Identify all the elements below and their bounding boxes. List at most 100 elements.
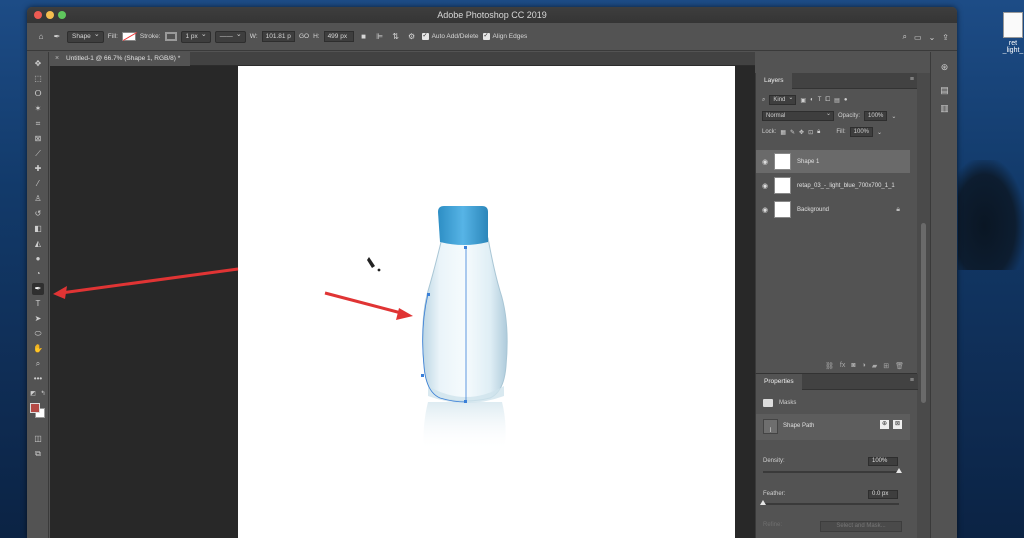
shape-path-row[interactable]: ╷ Shape Path ⊕ ⊠ (756, 414, 910, 440)
color-swatches[interactable] (30, 403, 46, 419)
brush-tool-icon[interactable]: ⁄ (32, 178, 44, 190)
search-icon[interactable]: ⌕ (903, 32, 907, 42)
paint-bucket-tool-icon[interactable]: ◭ (32, 238, 44, 250)
anchor-point[interactable] (421, 374, 424, 377)
document-tab[interactable]: × Untitled-1 @ 66.7% (Shape 1, RGB/8) * (50, 52, 191, 66)
fill-swatch[interactable] (121, 32, 136, 41)
height-input[interactable]: 499 px (323, 31, 354, 42)
visibility-eye-icon[interactable]: ◉ (756, 206, 774, 214)
density-input[interactable]: 100% (868, 457, 898, 466)
path-arrangement-icon[interactable]: ⇅ (390, 31, 402, 43)
panel-menu-icon[interactable]: ≡ (910, 76, 914, 83)
lasso-tool-icon[interactable]: ⵔ (32, 88, 44, 100)
opacity-input[interactable]: 100% (864, 111, 888, 121)
zoom-tool-icon[interactable]: ⌕ (32, 358, 44, 370)
panel-menu-icon[interactable]: ≡ (910, 377, 914, 384)
blend-mode-select[interactable]: Normal (762, 110, 834, 121)
close-tab-icon[interactable]: × (55, 52, 59, 66)
stroke-type-select[interactable]: —— (214, 30, 246, 43)
filter-pixel-icon[interactable]: ▣ (800, 97, 806, 104)
workspace-icon[interactable]: ▭ (914, 33, 922, 42)
fill-chevron-icon[interactable]: ⌄ (877, 129, 882, 136)
anchor-point[interactable] (464, 400, 467, 403)
density-slider[interactable] (763, 468, 902, 473)
quick-mask-icon[interactable]: ◫ (32, 433, 44, 445)
filter-kind-select[interactable]: Kind (769, 94, 797, 105)
align-edges-checkbox[interactable]: ✓ Align Edges (482, 33, 527, 40)
hand-tool-icon[interactable]: ✋ (32, 343, 44, 355)
feather-slider[interactable] (760, 500, 899, 505)
eyedropper-tool-icon[interactable]: ⟋ (32, 148, 44, 160)
feather-slider-knob[interactable] (760, 500, 766, 505)
eraser-tool-icon[interactable]: ◧ (32, 223, 44, 235)
lock-image-icon[interactable]: ✎ (790, 129, 795, 136)
filter-shape-icon[interactable]: ⧠ (825, 97, 830, 104)
desktop-file[interactable]: ret _light_ (1002, 12, 1024, 62)
frame-tool-icon[interactable]: ⊠ (32, 133, 44, 145)
screen-mode-icon[interactable]: ⧉ (32, 448, 44, 460)
blur-tool-icon[interactable]: ● (32, 253, 44, 265)
path-alignment-icon[interactable]: ⊫ (374, 31, 386, 43)
anchor-point[interactable] (427, 293, 430, 296)
opacity-chevron-icon[interactable]: ⌄ (891, 113, 896, 120)
properties-tab[interactable]: Properties (756, 374, 802, 390)
add-vector-mask-icon[interactable]: ⊠ (893, 420, 902, 429)
fill-input[interactable]: 100% (849, 127, 874, 137)
dodge-tool-icon[interactable]: ◔ (32, 268, 44, 280)
default-colors-icon[interactable]: ◩ (29, 388, 37, 400)
path-selection-tool-icon[interactable]: ➤ (32, 313, 44, 325)
density-slider-knob[interactable] (896, 468, 902, 473)
lock-all-icon[interactable]: 🔒︎ (817, 129, 820, 136)
gear-icon[interactable]: ⚙ (406, 31, 418, 43)
filter-type-icon[interactable]: T (818, 97, 822, 103)
swap-colors-icon[interactable]: ↰ (39, 388, 47, 400)
select-and-mask-button[interactable]: Select and Mask... (820, 521, 902, 532)
filter-adjustment-icon[interactable]: ◐ (810, 97, 814, 103)
stroke-swatch[interactable] (164, 32, 177, 41)
magic-wand-tool-icon[interactable]: ✶ (32, 103, 44, 115)
share-icon[interactable]: ⇪ (942, 33, 949, 42)
tool-mode-select[interactable]: Shape (67, 30, 104, 43)
layer-row-shape-1[interactable]: ◉ Shape 1 (756, 150, 910, 173)
maximize-window-button[interactable] (58, 11, 66, 19)
clone-stamp-tool-icon[interactable]: ♙ (32, 193, 44, 205)
scrollbar-thumb[interactable] (921, 223, 926, 403)
minimize-window-button[interactable] (46, 11, 54, 19)
crop-tool-icon[interactable]: ⌗ (32, 118, 44, 130)
auto-add-delete-checkbox[interactable]: ✓ Auto Add/Delete (421, 33, 479, 40)
stroke-width-select[interactable]: 1 px (180, 30, 211, 43)
visibility-eye-icon[interactable]: ◉ (756, 158, 774, 166)
home-icon[interactable]: ⌂ (35, 31, 47, 43)
add-pixel-mask-icon[interactable]: ⊕ (880, 420, 889, 429)
layer-row-bottle[interactable]: ◉ retap_03_-_light_blue_700x700_1_1 (756, 174, 910, 197)
history-brush-tool-icon[interactable]: ↺ (32, 208, 44, 220)
anchor-point[interactable] (464, 246, 467, 249)
link-dimensions-icon[interactable]: GO (299, 33, 309, 40)
learn-panel-icon[interactable]: ⊛ (939, 62, 950, 73)
visibility-eye-icon[interactable]: ◉ (756, 182, 774, 190)
move-tool-icon[interactable]: ✥ (32, 58, 44, 70)
marquee-tool-icon[interactable]: ⬚ (32, 73, 44, 85)
lock-position-icon[interactable]: ✥ (799, 129, 804, 136)
layers-tab[interactable]: Layers (756, 73, 792, 89)
feather-input[interactable]: 0.0 px (868, 490, 898, 499)
close-window-button[interactable] (34, 11, 42, 19)
path-operations-icon[interactable]: ■ (358, 31, 370, 43)
filter-toggle-icon[interactable]: ● (844, 97, 848, 103)
type-tool-icon[interactable]: T (32, 298, 44, 310)
libraries-panel-icon[interactable]: ▤ (939, 85, 950, 96)
foreground-color-swatch[interactable] (30, 403, 40, 413)
adjustments-panel-icon[interactable]: ▥ (939, 103, 950, 114)
more-tools-icon[interactable]: ••• (32, 373, 44, 385)
width-input[interactable]: 101.81 p (261, 31, 295, 42)
filter-smart-object-icon[interactable]: ▤ (834, 97, 840, 104)
pen-tool-icon[interactable]: ✒ (32, 283, 44, 295)
pen-tool-preset-icon[interactable]: ✒ (51, 31, 63, 43)
lock-artboard-icon[interactable]: ⊡ (808, 129, 813, 136)
ellipse-tool-icon[interactable]: ⬭ (32, 328, 44, 340)
chevron-down-icon[interactable]: ⌄ (929, 33, 936, 42)
lock-transparent-icon[interactable]: ▦ (780, 129, 786, 136)
healing-brush-tool-icon[interactable]: ✚ (32, 163, 44, 175)
layer-row-background[interactable]: ◉ Background 🔒︎ (756, 198, 910, 221)
panel-scrollbar[interactable] (917, 73, 930, 538)
